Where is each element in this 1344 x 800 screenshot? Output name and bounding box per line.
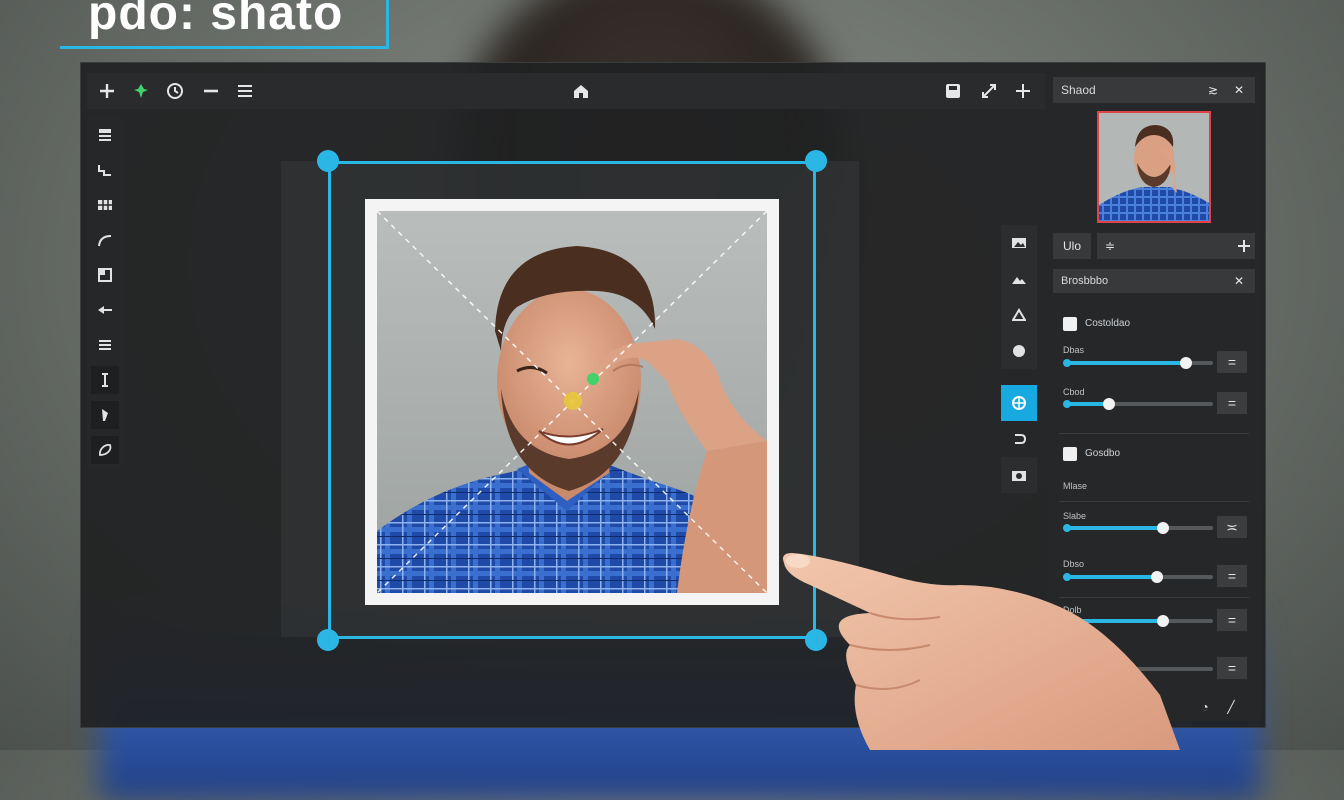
slider3-label: Slabe: [1063, 511, 1087, 521]
group1-checkbox[interactable]: [1063, 317, 1077, 331]
circle-icon[interactable]: [1001, 333, 1037, 369]
panel-header-label: Shaod: [1061, 83, 1096, 97]
section-header-label: Brosbbbo: [1061, 275, 1109, 287]
handle-top-left[interactable]: [317, 150, 339, 172]
slider1-knob[interactable]: [1180, 357, 1193, 369]
pin-icon[interactable]: [127, 77, 155, 105]
slider4-menu-button[interactable]: =: [1217, 565, 1247, 587]
slider5-menu-button[interactable]: =: [1217, 609, 1247, 631]
slider2-label: Cbod: [1063, 387, 1085, 397]
slider2-knob[interactable]: [1103, 398, 1116, 410]
crop-icon[interactable]: [1001, 385, 1037, 421]
group-divider: [1059, 501, 1249, 502]
camera-icon[interactable]: [1001, 457, 1037, 493]
adjust-icon[interactable]: ≑: [1097, 233, 1255, 259]
right-tool-bar: [1001, 225, 1037, 525]
slider2-start: [1063, 400, 1071, 408]
layers-icon[interactable]: [91, 121, 119, 149]
handle-bottom-left[interactable]: [317, 629, 339, 651]
transform-selection[interactable]: [328, 161, 816, 639]
clock-icon[interactable]: [161, 77, 189, 105]
slider1-fill: [1065, 361, 1187, 365]
undo-icon[interactable]: [1001, 421, 1037, 457]
resize-icon[interactable]: [975, 77, 1003, 105]
close-icon[interactable]: ✕: [1231, 82, 1247, 98]
slider2-menu-button[interactable]: =: [1217, 392, 1247, 414]
pen-icon[interactable]: [91, 401, 119, 429]
collapse-icon[interactable]: ✕: [1231, 273, 1247, 289]
slider1-label: Dbas: [1063, 345, 1085, 355]
plus-icon[interactable]: [1009, 77, 1037, 105]
slider3-fill: [1065, 526, 1163, 530]
save-icon[interactable]: [939, 77, 967, 105]
slider6-menu-button[interactable]: =: [1217, 657, 1247, 679]
minus-icon[interactable]: [197, 77, 225, 105]
frame-icon[interactable]: [91, 261, 119, 289]
section-header[interactable]: Brosbbbo ✕: [1053, 269, 1255, 293]
pointing-hand: [783, 553, 1180, 750]
slider1-track[interactable]: [1063, 357, 1213, 369]
group2-checkbox[interactable]: [1063, 447, 1077, 461]
slider2-track[interactable]: [1063, 398, 1213, 410]
slider3-menu-button[interactable]: ≍: [1217, 516, 1247, 538]
arrow-icon[interactable]: [91, 296, 119, 324]
preview-thumbnail[interactable]: [1097, 111, 1211, 223]
add-icon[interactable]: [1233, 233, 1255, 259]
landscape-icon[interactable]: [1001, 261, 1037, 297]
handle-top-right[interactable]: [805, 150, 827, 172]
slider3-knob[interactable]: [1156, 522, 1169, 534]
panel-subtoolbar: Ulo ≑: [1053, 233, 1255, 259]
page-title: pdo: shato: [88, 0, 344, 40]
slider1-start: [1063, 359, 1071, 367]
swap-icon[interactable]: ≳: [1205, 82, 1221, 98]
triangle-icon[interactable]: [1001, 297, 1037, 333]
home-icon[interactable]: [567, 77, 595, 105]
grid-icon[interactable]: [91, 191, 119, 219]
text-cursor-icon[interactable]: [91, 366, 119, 394]
plus-icon[interactable]: [93, 77, 121, 105]
section-divider: [1059, 433, 1249, 434]
slider3-start: [1063, 524, 1071, 532]
sub-label-button[interactable]: Ulo: [1053, 233, 1091, 259]
image-icon[interactable]: [1001, 225, 1037, 261]
slider3-track[interactable]: [1063, 522, 1213, 534]
curve-icon[interactable]: [91, 226, 119, 254]
menu-icon[interactable]: [231, 77, 259, 105]
lasso-icon[interactable]: [91, 436, 119, 464]
left-tool-bar: [87, 117, 123, 467]
group2-label: Gosdbo: [1085, 448, 1121, 459]
panel-header: Shaod ≳ ✕: [1053, 77, 1255, 103]
slider1-menu-button[interactable]: =: [1217, 351, 1247, 373]
brush-icon[interactable]: ╱: [1223, 699, 1239, 715]
group2-sub-label: Mlase: [1063, 481, 1088, 491]
lines-icon[interactable]: [91, 331, 119, 359]
group1-label: Costoldao: [1085, 318, 1131, 329]
stairs-icon[interactable]: [91, 156, 119, 184]
top-toolbar: [87, 73, 1045, 109]
